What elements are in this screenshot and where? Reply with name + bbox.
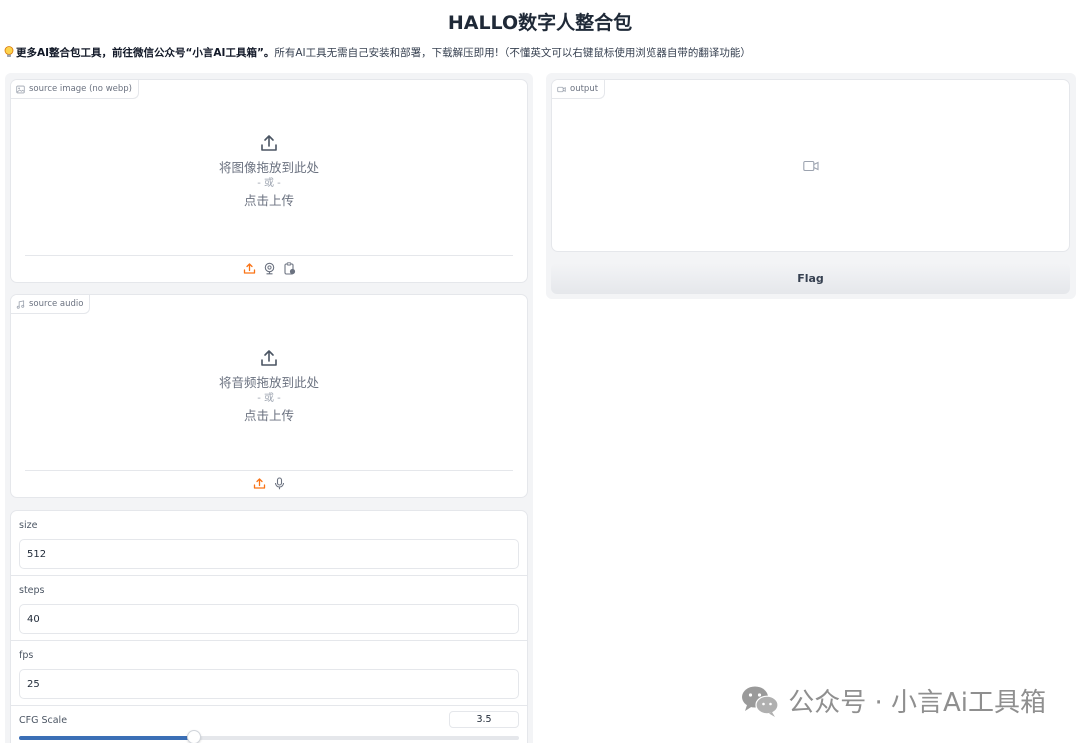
microphone-icon [274, 477, 284, 490]
image-dropzone[interactable]: 将图像拖放到此处 - 或 - 点击上传 [11, 133, 527, 209]
clipboard-source-button[interactable] [283, 262, 296, 275]
audio-or-text: - 或 - [257, 393, 281, 404]
source-audio-label-text: source audio [29, 299, 84, 309]
output-label-text: output [570, 84, 599, 94]
notice-banner: 更多AI整合包工具，前往微信公众号“小言AI工具箱”。所有AI工具无需自己安装和… [4, 45, 751, 60]
audio-divider [25, 470, 513, 471]
upload-icon [253, 478, 265, 489]
video-placeholder-icon [803, 160, 819, 172]
webcam-source-button[interactable] [263, 262, 276, 275]
source-audio-label: source audio [11, 295, 91, 314]
param-divider [11, 575, 527, 576]
upload-source-button[interactable] [253, 477, 266, 490]
wechat-watermark: 公众号 · 小言Ai工具箱 [740, 682, 1046, 719]
cfg-scale-number-input[interactable]: 3.5 [449, 711, 519, 728]
cfg-scale-slider[interactable] [19, 730, 519, 743]
left-column: source image (no webp) 将图像拖放到此处 - 或 - 点击… [5, 73, 533, 743]
param-divider [11, 640, 527, 641]
steps-label: steps [19, 585, 45, 596]
fps-input[interactable]: 25 [19, 669, 519, 699]
flag-button[interactable]: Flag [551, 263, 1070, 294]
upload-icon [243, 263, 255, 274]
size-label: size [19, 520, 38, 531]
watermark-text: 公众号 · 小言Ai工具箱 [788, 688, 1046, 718]
cfg-scale-slider-fill [19, 736, 194, 740]
cfg-scale-label: CFG Scale [19, 715, 68, 726]
output-video-panel: output [551, 79, 1070, 252]
image-click-upload: 点击上传 [243, 193, 294, 208]
wechat-icon [742, 686, 779, 717]
source-image-label-text: source image (no webp) [29, 84, 133, 94]
image-divider [25, 255, 513, 256]
microphone-source-button[interactable] [273, 477, 286, 490]
fps-label: fps [19, 650, 34, 661]
upload-icon [261, 350, 277, 366]
parameters-panel: size 512 steps 40 fps 25 CFG Scale 3.5 [10, 510, 528, 743]
image-drop-text: 将图像拖放到此处 [218, 160, 319, 175]
right-column: output Flag [546, 73, 1076, 299]
music-icon [16, 299, 25, 309]
steps-input[interactable]: 40 [19, 604, 519, 634]
notice-text: 所有AI工具无需自己安装和部署，下载解压即用!（不懂英文可以右键鼠标使用浏览器自… [274, 47, 751, 59]
notice-bold: 更多AI整合包工具，前往微信公众号“小言AI工具箱”。 [16, 47, 275, 59]
upload-icon [261, 135, 277, 151]
webcam-icon [264, 262, 274, 275]
size-input[interactable]: 512 [19, 539, 519, 569]
cfg-scale-slider-handle[interactable] [187, 730, 201, 743]
audio-dropzone[interactable]: 将音频拖放到此处 - 或 - 点击上传 [11, 348, 527, 424]
video-icon [557, 86, 566, 92]
image-icon [16, 85, 25, 93]
image-source-toolbar [11, 262, 527, 275]
upload-source-button[interactable] [243, 262, 256, 275]
clipboard-icon [283, 262, 295, 275]
page-title: HALLO数字人整合包 [447, 12, 633, 34]
source-image-panel[interactable]: source image (no webp) 将图像拖放到此处 - 或 - 点击… [10, 79, 528, 283]
output-label: output [552, 80, 606, 99]
image-or-text: - 或 - [257, 178, 281, 189]
param-divider [11, 705, 527, 706]
audio-click-upload: 点击上传 [243, 408, 294, 423]
source-audio-panel[interactable]: source audio 将音频拖放到此处 - 或 - 点击上传 [10, 294, 528, 498]
lightbulb-icon [4, 46, 14, 57]
audio-drop-text: 将音频拖放到此处 [218, 375, 319, 390]
source-image-label: source image (no webp) [11, 80, 140, 99]
audio-source-toolbar [11, 477, 527, 490]
